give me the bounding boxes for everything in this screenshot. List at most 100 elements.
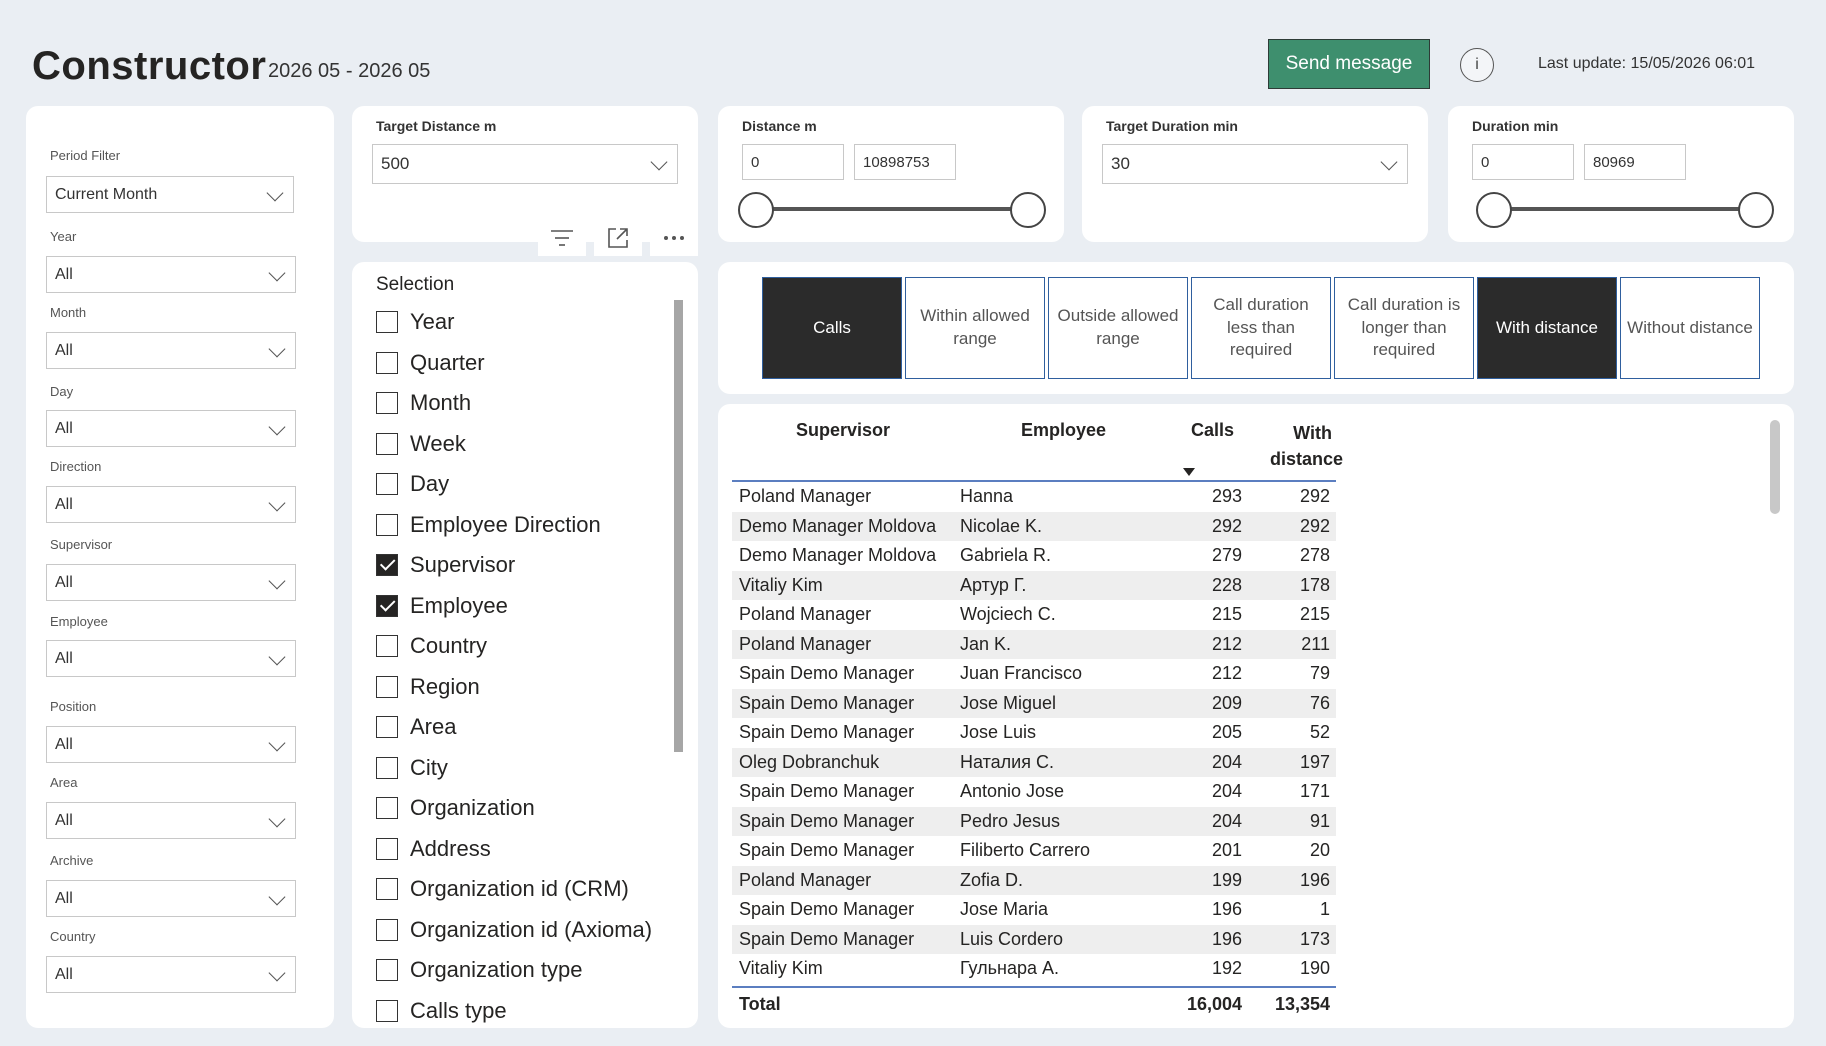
distance-max-handle[interactable] — [1010, 192, 1046, 228]
table-row[interactable]: Spain Demo Manager Jose Miguel 209 76 — [732, 688, 1336, 718]
checkbox[interactable] — [376, 837, 398, 860]
toggle-button[interactable]: Within allowed range — [905, 277, 1045, 379]
distance-min-handle[interactable] — [738, 192, 774, 228]
selection-item[interactable]: Year — [376, 302, 676, 343]
toggle-button[interactable]: Outside allowed range — [1048, 277, 1188, 379]
selection-item[interactable]: Supervisor — [376, 545, 676, 586]
cell-employee: Juan Francisco — [960, 663, 1083, 683]
checkbox[interactable] — [376, 918, 398, 941]
toggle-button[interactable]: Without distance — [1620, 277, 1760, 379]
table-row[interactable]: Poland Manager Jan K. 212 211 — [732, 629, 1336, 659]
table-row[interactable]: Spain Demo Manager Jose Maria 196 1 — [732, 895, 1336, 925]
selection-item[interactable]: Employee Direction — [376, 505, 676, 546]
selection-item[interactable]: Employee — [376, 586, 676, 627]
period-filter-select[interactable]: Current Month — [46, 176, 294, 213]
target-duration-select[interactable]: 30 — [1102, 144, 1408, 184]
duration-max-handle[interactable] — [1738, 192, 1774, 228]
toggle-button[interactable]: Call duration is longer than required — [1334, 277, 1474, 379]
selection-item[interactable]: Day — [376, 464, 676, 505]
table-row[interactable]: Spain Demo Manager Jose Luis 205 52 — [732, 718, 1336, 748]
column-header-with-distance[interactable]: With distance — [1270, 420, 1343, 472]
column-header-supervisor[interactable]: Supervisor — [796, 420, 890, 441]
table-row[interactable]: Poland Manager Hanna 293 292 — [732, 482, 1336, 512]
cell-supervisor: Spain Demo Manager — [739, 781, 915, 801]
selection-item[interactable]: City — [376, 748, 676, 789]
distance-max-input[interactable]: 10898753 — [854, 144, 956, 180]
toggle-button[interactable]: With distance — [1477, 277, 1617, 379]
focus-mode-icon[interactable] — [594, 220, 642, 256]
cell-employee: Jose Maria — [960, 899, 1049, 919]
selection-item[interactable]: Address — [376, 829, 676, 870]
checkbox[interactable] — [376, 756, 398, 779]
cell-with-distance: 278 — [1299, 545, 1330, 565]
distance-min-input[interactable]: 0 — [742, 144, 844, 180]
checkbox[interactable] — [376, 392, 398, 415]
table-row[interactable]: Vitaliy Kim Артур Г. 228 178 — [732, 570, 1336, 600]
selection-item[interactable]: Organization — [376, 788, 676, 829]
archive-select[interactable]: All — [46, 880, 296, 917]
employee-select[interactable]: All — [46, 640, 296, 677]
selection-item[interactable]: Month — [376, 383, 676, 424]
selection-item[interactable]: Calls type — [376, 991, 676, 1029]
selection-item[interactable]: Area — [376, 707, 676, 748]
checkbox[interactable] — [376, 311, 398, 334]
checkbox[interactable] — [376, 594, 398, 617]
selection-item[interactable]: Organization id (Axioma) — [376, 910, 676, 951]
checkbox[interactable] — [376, 878, 398, 901]
table-row[interactable]: Poland Manager Wojciech C. 215 215 — [732, 600, 1336, 630]
supervisor-select[interactable]: All — [46, 564, 296, 601]
selection-item[interactable]: Week — [376, 424, 676, 465]
checkbox[interactable] — [376, 513, 398, 536]
more-options-icon[interactable] — [650, 220, 698, 256]
table-row[interactable]: Spain Demo Manager Antonio Jose 204 171 — [732, 777, 1336, 807]
month-select[interactable]: All — [46, 332, 296, 369]
table-row[interactable]: Poland Manager Zofia D. 199 196 — [732, 865, 1336, 895]
area-select[interactable]: All — [46, 802, 296, 839]
filter-label: Period Filter — [50, 148, 121, 163]
checkbox[interactable] — [376, 432, 398, 455]
selection-item[interactable]: Organization type — [376, 950, 676, 991]
selection-scrollbar[interactable] — [674, 300, 683, 752]
cell-with-distance: 76 — [1309, 692, 1330, 713]
country-select[interactable]: All — [46, 956, 296, 993]
selection-item[interactable]: Organization id (CRM) — [376, 869, 676, 910]
duration-min-handle[interactable] — [1476, 192, 1512, 228]
checkbox[interactable] — [376, 716, 398, 739]
table-row[interactable]: Spain Demo Manager Juan Francisco 212 79 — [732, 659, 1336, 689]
checkbox[interactable] — [376, 797, 398, 820]
table-row[interactable]: Spain Demo Manager Pedro Jesus 204 91 — [732, 806, 1336, 836]
selection-item[interactable]: Country — [376, 626, 676, 667]
toggle-button[interactable]: Call duration less than required — [1191, 277, 1331, 379]
cell-supervisor: Spain Demo Manager — [739, 928, 915, 949]
checkbox[interactable] — [376, 635, 398, 658]
column-header-employee[interactable]: Employee — [1021, 420, 1106, 441]
checkbox[interactable] — [376, 959, 398, 982]
table-row[interactable]: Vitaliy Kim Гульнара А. 192 190 — [732, 954, 1336, 984]
selection-item[interactable]: Region — [376, 667, 676, 708]
filter-label: Employee — [50, 614, 108, 629]
checkbox[interactable] — [376, 473, 398, 496]
duration-max-input[interactable]: 80969 — [1584, 144, 1686, 180]
table-row[interactable]: Oleg Dobranchuk Наталия С. 204 197 — [732, 747, 1336, 777]
table-row[interactable]: Spain Demo Manager Filiberto Carrero 201 20 — [732, 836, 1336, 866]
table-row[interactable]: Spain Demo Manager Luis Cordero 196 173 — [732, 924, 1336, 954]
checkbox[interactable] — [376, 675, 398, 698]
column-header-calls[interactable]: Calls — [1191, 420, 1234, 441]
target-distance-select[interactable]: 500 — [372, 144, 678, 184]
year-select[interactable]: All — [46, 256, 296, 293]
direction-select[interactable]: All — [46, 486, 296, 523]
checkbox[interactable] — [376, 351, 398, 374]
day-select[interactable]: All — [46, 410, 296, 447]
selection-item[interactable]: Quarter — [376, 343, 676, 384]
table-scrollbar[interactable] — [1770, 420, 1780, 514]
filter-icon[interactable] — [538, 220, 586, 256]
position-select[interactable]: All — [46, 726, 296, 763]
info-icon[interactable]: i — [1460, 48, 1494, 82]
table-row[interactable]: Demo Manager Moldova Gabriela R. 279 278 — [732, 541, 1336, 571]
toggle-button[interactable]: Calls — [762, 277, 902, 379]
checkbox[interactable] — [376, 554, 398, 577]
duration-min-input[interactable]: 0 — [1472, 144, 1574, 180]
checkbox[interactable] — [376, 999, 398, 1022]
table-row[interactable]: Demo Manager Moldova Nicolae K. 292 292 — [732, 511, 1336, 541]
send-message-button[interactable]: Send message — [1268, 39, 1430, 89]
